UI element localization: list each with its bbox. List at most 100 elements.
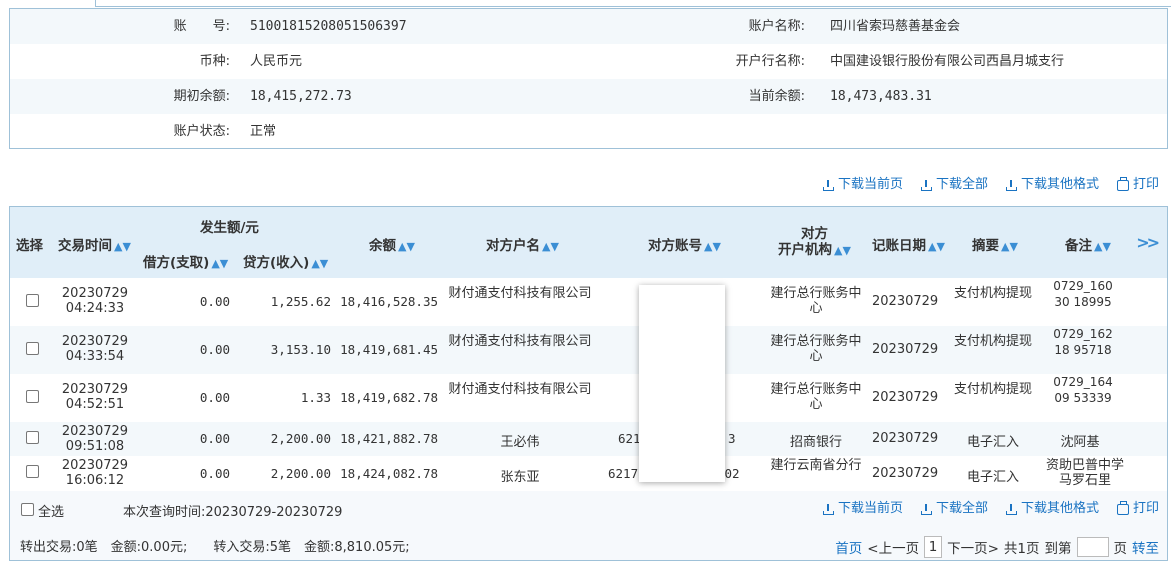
currency-label: 币种: <box>199 54 230 69</box>
account-row-4: 账户状态: 正常 <box>10 114 1167 149</box>
download-other-formats-button[interactable]: 下载其他格式 <box>1005 175 1099 195</box>
pagination: 首页 <上一页 1 下一页> 共1页 到第 页 转至 <box>835 536 1159 558</box>
print-button[interactable]: 打印 <box>1116 499 1159 519</box>
sort-icon: ▲▼ <box>704 240 721 253</box>
tx-debit: 0.00 <box>199 390 230 405</box>
download-icon <box>920 503 932 515</box>
sort-icon: ▲▼ <box>834 244 851 257</box>
tx-balance: 18,421,882.78 <box>340 431 438 446</box>
account-status-value: 正常 <box>250 124 277 139</box>
download-current-page-button[interactable]: 下载当前页 <box>822 499 903 519</box>
header-debit[interactable]: 借方(支取) ▲▼ <box>143 251 228 271</box>
tx-post-date: 20230729 <box>872 342 939 357</box>
header-counterparty-bank[interactable]: 对方 开户机构 ▲▼ <box>778 226 851 259</box>
account-row-3: 期初余额: 18,415,272.73 当前余额: 18,473,483.31 <box>10 79 1167 114</box>
header-balance[interactable]: 余额 ▲▼ <box>369 234 415 254</box>
download-other-formats-button[interactable]: 下载其他格式 <box>1005 499 1099 519</box>
page-unit-label: 页 <box>1113 541 1128 557</box>
tx-remark: 沈阿基 <box>1060 435 1100 450</box>
prev-page-link[interactable]: <上一页 <box>867 537 919 557</box>
tx-balance: 18,419,681.45 <box>340 342 438 357</box>
tx-summary: 电子汇入 <box>966 470 1019 485</box>
sort-icon: ▲▼ <box>542 240 559 253</box>
next-page-link[interactable]: 下一页> <box>947 537 999 557</box>
tx-remark: 0729_16409 53339 <box>1053 375 1113 405</box>
table-row: 20230729 04:24:33 0.00 1,255.62 18,416,52… <box>10 278 1167 326</box>
opening-balance-label: 期初余额: <box>173 89 230 104</box>
row-checkbox[interactable] <box>26 342 39 355</box>
current-balance-value: 18,473,483.31 <box>830 89 932 104</box>
table-header: 选择 交易时间 ▲▼ 发生额/元 借方(支取) ▲▼ 贷方(收入) ▲▼ 余额 ▲▼ 对… <box>10 207 1167 278</box>
tx-credit: 1,255.62 <box>270 294 331 309</box>
download-icon <box>1005 503 1017 515</box>
tx-summary: 支付机构提现 <box>954 334 1033 349</box>
header-time[interactable]: 交易时间 ▲▼ <box>58 234 131 254</box>
transaction-summary: 转出交易:0笔 金额:0.00元; 转入交易:5笔 金额:8,810.05元; <box>20 540 410 555</box>
tx-counterparty-account: 621 <box>618 431 641 446</box>
tx-time: 20230729 09:51:08 <box>61 424 129 454</box>
row-checkbox[interactable] <box>26 390 39 403</box>
tx-summary: 支付机构提现 <box>954 286 1033 301</box>
redaction-overlay <box>639 285 725 482</box>
tx-counterparty-account-tail: 3 <box>728 431 736 446</box>
account-name-label: 账户名称: <box>748 19 805 34</box>
account-row-1: 账 号: 51001815208051506397 账户名称: 四川省索玛慈善基… <box>10 9 1167 44</box>
header-credit[interactable]: 贷方(收入) ▲▼ <box>243 251 328 271</box>
download-all-button[interactable]: 下载全部 <box>920 499 988 519</box>
tx-post-date: 20230729 <box>872 294 939 309</box>
tx-counterparty-name: 财付通支付科技有限公司 <box>448 334 592 349</box>
header-summary[interactable]: 摘要 ▲▼ <box>972 234 1018 254</box>
download-icon <box>822 503 834 515</box>
table-row: 20230729 09:51:08 0.00 2,200.00 18,421,88… <box>10 422 1167 456</box>
tx-debit: 0.00 <box>199 294 230 309</box>
sort-icon: ▲▼ <box>114 240 131 253</box>
query-time: 本次查询时间:20230729-20230729 <box>123 505 343 520</box>
tx-debit: 0.00 <box>199 431 230 446</box>
download-all-button[interactable]: 下载全部 <box>920 175 988 195</box>
header-post-date[interactable]: 记账日期 ▲▼ <box>872 234 945 254</box>
header-counterparty-account[interactable]: 对方账号 ▲▼ <box>648 234 721 254</box>
tx-summary: 支付机构提现 <box>954 382 1033 397</box>
header-select: 选择 <box>16 238 43 254</box>
sort-icon: ▲▼ <box>211 257 229 270</box>
table-row: 20230729 16:06:12 0.00 2,200.00 18,424,08… <box>10 456 1167 491</box>
tx-counterparty-name: 王必伟 <box>500 435 540 450</box>
printer-icon <box>1116 500 1129 515</box>
tx-counterparty-name: 财付通支付科技有限公司 <box>448 286 592 301</box>
goto-label: 到第 <box>1044 541 1072 557</box>
goto-page-button[interactable]: 转至 <box>1132 537 1159 557</box>
sort-icon: ▲▼ <box>311 257 329 270</box>
transaction-table: 选择 交易时间 ▲▼ 发生额/元 借方(支取) ▲▼ 贷方(收入) ▲▼ 余额 ▲▼ 对… <box>9 206 1168 561</box>
top-tab-strip <box>0 0 1171 7</box>
row-checkbox[interactable] <box>26 294 39 307</box>
bank-name-label: 开户行名称: <box>735 54 805 69</box>
tx-time: 20230729 04:24:33 <box>61 286 129 316</box>
tx-counterparty-account: 6217 <box>608 466 639 481</box>
total-pages: 共1页 <box>1003 541 1040 557</box>
table-row: 20230729 04:33:54 0.00 3,153.10 18,419,68… <box>10 326 1167 374</box>
tx-credit: 3,153.10 <box>270 342 331 357</box>
row-checkbox[interactable] <box>26 465 39 478</box>
download-current-page-button[interactable]: 下载当前页 <box>822 175 903 195</box>
expand-columns-icon[interactable]: >> <box>1136 233 1160 252</box>
header-counterparty-name[interactable]: 对方户名 ▲▼ <box>486 234 559 254</box>
header-remark[interactable]: 备注 ▲▼ <box>1065 234 1111 254</box>
sort-icon: ▲▼ <box>1001 240 1018 253</box>
tx-balance: 18,416,528.35 <box>340 294 438 309</box>
currency-value: 人民币元 <box>250 54 303 69</box>
tx-counterparty-bank: 建行云南省分行 <box>770 458 862 473</box>
tx-counterparty-bank: 建行总行账务中心 <box>770 286 862 316</box>
sort-icon: ▲▼ <box>398 240 415 253</box>
active-tab-edge[interactable] <box>0 0 96 7</box>
print-button[interactable]: 打印 <box>1116 175 1159 195</box>
download-icon <box>1005 179 1017 191</box>
sort-icon: ▲▼ <box>928 240 945 253</box>
tx-post-date: 20230729 <box>872 431 939 446</box>
select-all-checkbox[interactable] <box>21 503 34 516</box>
tx-time: 20230729 04:33:54 <box>61 334 129 364</box>
tx-remark: 0729_16218 95718 <box>1053 327 1113 357</box>
select-all-label[interactable]: 全选 <box>38 501 64 520</box>
row-checkbox[interactable] <box>26 431 39 444</box>
goto-page-input[interactable] <box>1076 537 1109 557</box>
first-page-link[interactable]: 首页 <box>835 537 862 557</box>
